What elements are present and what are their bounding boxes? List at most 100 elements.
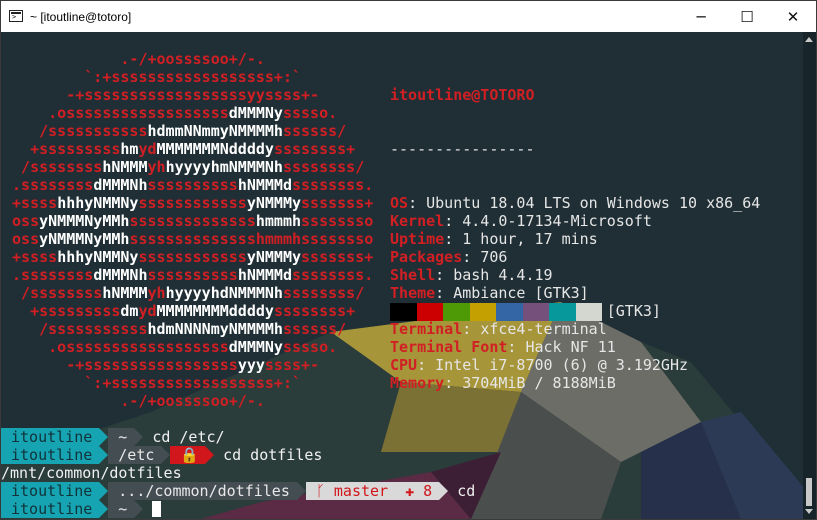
logo-line: +sssshhhyNMMNyssssssssssssyNMMMysssssss+ [3, 248, 400, 266]
info-key: Shell [390, 266, 436, 284]
info-row: Shell: bash 4.4.19 [390, 266, 553, 284]
terminal-area[interactable]: .-/+oossssoo+/-. `:+ssssssssssssssssss+:… [1, 32, 816, 519]
logo-segment: hyyyyhmNMMMNh [165, 158, 283, 176]
color-swatch [469, 303, 496, 321]
scroll-down-arrow-icon[interactable] [805, 509, 813, 514]
logo-segment: hhhyNMMNy [57, 248, 139, 266]
logo-segment: ssssss/ [282, 320, 401, 338]
info-key: Memory [390, 374, 445, 392]
prompt-dir: ~ [108, 500, 135, 518]
logo-line: +ssssssssshmydMMMMMMMNddddyssssssss+ [3, 140, 400, 158]
logo-segment: ssssssss. [292, 176, 401, 194]
info-value: Intel i7-8700 (6) @ 3.192GHz [435, 356, 689, 374]
logo-segment: sssssss+ [301, 194, 401, 212]
logo-segment: .ssssssss [3, 266, 94, 284]
logo-segment: yNMMMNyMMh [39, 230, 130, 248]
color-palette [390, 303, 602, 321]
prompt-dir: .../common/dotfiles [108, 482, 297, 500]
logo-segment: ssss+- [264, 356, 401, 374]
minimize-button[interactable]: ─ [678, 1, 724, 32]
prompt-line-3: itoutline .../common/dotfiles ᚴ master ✚… [1, 482, 475, 500]
logo-segment: MMMMMMMMddddy [156, 302, 274, 320]
logo-line: +sssssssssdmydMMMMMMMMddddyssssssss+ [3, 302, 400, 320]
info-row: OS: Ubuntu 18.04 LTS on Windows 10 x86_6… [390, 194, 761, 212]
logo-line: -+sssssssssssssssssyyyssss+- [3, 356, 400, 374]
scroll-up-arrow-icon[interactable] [805, 37, 813, 42]
info-value: 3704MiB / 8188MiB [462, 374, 616, 392]
logo-segment: `:+ssssssssssssssssss+:` [3, 68, 401, 86]
logo-line: `:+ssssssssssssssssss+:` [3, 374, 400, 392]
logo-segment: ssssssssssssss [129, 212, 256, 230]
color-swatch [522, 303, 549, 321]
logo-segment: hNMMMd [237, 176, 292, 194]
prompt-user: itoutline [1, 446, 100, 464]
system-info: itoutline@TOTORO ---------------- OS: Ub… [390, 50, 760, 428]
logo-segment: hNMMMd [237, 266, 292, 284]
logo-segment: +ssss [3, 248, 58, 266]
git-branch: ᚴ master [305, 482, 396, 500]
text-cursor[interactable] [152, 501, 162, 517]
logo-line: .ossssssssssssssssssdMMMNysssso. [3, 338, 400, 356]
color-swatch [390, 303, 417, 321]
logo-segment: ssssssso [301, 212, 401, 230]
logo-line: /ssssssssssshdmmNNmmyNMMMMhssssss/ [3, 122, 400, 140]
logo-segment: .ossssssssssssssssss [3, 104, 229, 122]
logo-segment: hdmmNNmmyNMMMMh [147, 122, 283, 140]
logo-segment: ssssssss/ [282, 158, 401, 176]
logo-segment: ssssssssssss [138, 248, 247, 266]
output-text: /mnt/common/dotfiles [1, 464, 182, 482]
logo-line: .ossssssssssssssssssdMMMNysssso. [3, 104, 400, 122]
info-row: Uptime: 1 hour, 17 mins [390, 230, 598, 248]
close-button[interactable]: ✕ [770, 1, 816, 32]
logo-segment: `:+ssssssssssssssssss+:` [3, 374, 401, 392]
logo-line: .-/+oossssoo+/-. [3, 392, 400, 410]
prompt-dir: ~ [108, 428, 135, 446]
info-key: Uptime [390, 230, 445, 248]
logo-line: /ssssssssssshdmNNNNmyNMMMMhssssss/ [3, 320, 400, 338]
logo-segment: .ssssssss [3, 176, 94, 194]
logo-segment: dMMMNh [93, 266, 148, 284]
logo-segment: .-/+oossssoo+/-. [3, 392, 401, 410]
info-value: bash 4.4.19 [453, 266, 553, 284]
logo-segment: +sssssssss [3, 140, 121, 158]
info-key: Terminal [390, 320, 463, 338]
logo-segment: hhhyNMMNy [57, 194, 139, 212]
info-value: Ubuntu 18.04 LTS on Windows 10 x86_64 [426, 194, 761, 212]
logo-segment: ssssssss/ [282, 284, 401, 302]
prompt-line-1: itoutline ~ cd /etc/ [1, 428, 475, 446]
logo-segment: MMMMMMMNddddy [156, 140, 274, 158]
terminal-window: ~ [itoutline@totoro] ─ ☐ ✕ .-/+oossssoo+… [0, 0, 817, 520]
color-swatch [549, 303, 576, 321]
logo-segment: sssssssssssssshmmmhssssssso [129, 230, 401, 248]
logo-segment: ssssssssssss [138, 194, 247, 212]
prompt-line-2: itoutline /etc 🔒 cd dotfiles [1, 446, 475, 464]
info-row: Packages: 706 [390, 248, 508, 266]
logo-segment: .ossssssssssssssssss [3, 338, 229, 356]
color-swatch [443, 303, 470, 321]
logo-segment: +sssssssss [3, 302, 121, 320]
scrollbar-thumb[interactable] [806, 478, 812, 506]
info-value: xfce4-terminal [480, 320, 607, 338]
title-bar[interactable]: ~ [itoutline@totoro] ─ ☐ ✕ [1, 1, 816, 32]
logo-segment: .-/+oossssoo+/-. [3, 50, 401, 68]
info-key: Kernel [390, 212, 445, 230]
logo-segment: dMMMNy [228, 338, 283, 356]
scrollbar[interactable] [803, 32, 816, 519]
info-key: OS [390, 194, 409, 212]
info-row: Memory: 3704MiB / 8188MiB [390, 374, 616, 392]
logo-segment: hNMMM [102, 158, 148, 176]
maximize-button[interactable]: ☐ [724, 1, 770, 32]
logo-segment: /sssssssssss [3, 122, 148, 140]
prompt-user: itoutline [1, 482, 100, 500]
info-row: Terminal Font: Hack NF 11 [390, 338, 616, 356]
command-text: cd [457, 482, 476, 500]
logo-segment: /ssssssss [3, 284, 103, 302]
logo-segment: yNMMMy [246, 248, 302, 266]
terminal-app-icon[interactable] [9, 10, 23, 22]
logo-segment: oss [3, 212, 40, 230]
info-key: Theme [390, 284, 436, 302]
logo-segment: ssssssss. [292, 266, 401, 284]
logo-segment: yh [147, 158, 166, 176]
info-row: Kernel: 4.4.0-17134-Microsoft [390, 212, 652, 230]
logo-segment: yyy [237, 356, 265, 374]
